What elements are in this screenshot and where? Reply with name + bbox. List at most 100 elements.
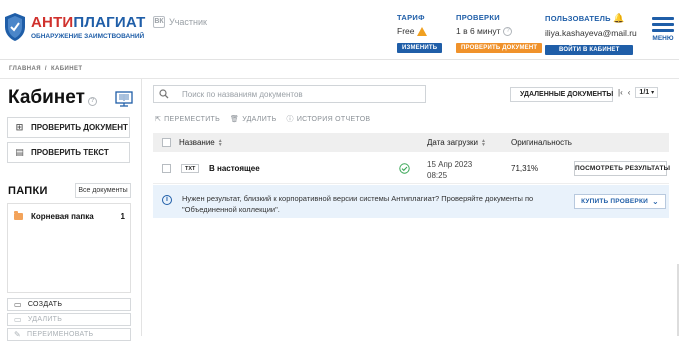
vk-icon: ВК (153, 16, 165, 28)
user-title: ПОЛЬЗОВАТЕЛЬ (545, 14, 611, 23)
sidebar: Кабинет ? ⊞ ПРОВЕРИТЬ ДОКУМЕНТ ▤ ПРОВЕРИ… (0, 79, 142, 341)
add-document-icon: ⊞ (15, 122, 24, 132)
checks-title: ПРОВЕРКИ (456, 13, 500, 22)
page-value: 1/1 (639, 89, 650, 96)
check-text-label: ПРОВЕРИТЬ ТЕКСТ (31, 148, 109, 157)
prev-page-icon[interactable]: ‹ (628, 88, 631, 97)
menu-label: МЕНЮ (652, 35, 674, 42)
help-icon[interactable]: ? (503, 26, 513, 36)
text-edit-icon: ▤ (15, 147, 24, 157)
breadcrumb-separator: / (44, 66, 47, 72)
delete-label: УДАЛИТЬ (242, 115, 277, 123)
menu-button[interactable]: МЕНЮ (649, 17, 677, 42)
hamburger-icon (652, 17, 674, 20)
document-actions: ⇱ ПЕРЕМЕСТИТЬ 🗑 УДАЛИТЬ ⓘ ИСТОРИЯ ОТЧЕТО… (155, 114, 370, 124)
upload-date-time: 08:25 (427, 171, 448, 180)
tariff-block: ТАРИФ Free ИЗМЕНИТЬ (397, 13, 443, 54)
delete-folder-label: УДАЛИТЬ (27, 316, 63, 323)
pencil-icon: ✎ (14, 330, 22, 339)
bell-icon[interactable]: 🔔 (613, 13, 625, 23)
folder-add-icon: ▭ (14, 300, 22, 309)
chevron-down-circle-icon: ⌄ (652, 197, 659, 206)
shield-logo-icon (5, 13, 25, 41)
page-title: Кабинет (8, 87, 85, 108)
user-title-row: ПОЛЬЗОВАТЕЛЬ 🔔 (545, 13, 637, 24)
rename-folder-label: ПЕРЕИМЕНОВАТЬ (27, 331, 94, 338)
select-all-checkbox[interactable] (162, 138, 171, 147)
search-icon (159, 89, 169, 99)
delete-action[interactable]: 🗑 УДАЛИТЬ (230, 114, 276, 124)
buy-checks-button[interactable]: КУПИТЬ ПРОВЕРКИ ⌄ (574, 194, 666, 209)
document-name[interactable]: В настоящее (209, 164, 260, 173)
upload-date: 15 Апр 2023 08:25 (427, 159, 472, 181)
sort-icon: ▲ ▼ (217, 137, 223, 148)
create-folder-label: СОЗДАТЬ (27, 301, 63, 308)
deleted-documents-button[interactable]: УДАЛЕННЫЕ ДОКУМЕНТЫ (510, 87, 613, 102)
page-select[interactable]: 1/1 ▾ (635, 87, 659, 98)
brand-tagline: ОБНАРУЖЕНИЕ ЗАИМСТВОВАНИЙ (31, 33, 145, 40)
warning-icon (417, 26, 428, 36)
table-header: Название ▲ ▼ Дата загрузки ▲ ▼ Оригинально… (153, 133, 669, 152)
originality-value: 71,31% (511, 164, 539, 173)
column-name[interactable]: Название ▲ ▼ (179, 138, 223, 147)
hamburger-bar (652, 29, 674, 32)
chevron-down-icon: ▾ (651, 90, 655, 96)
tariff-title: ТАРИФ (397, 13, 425, 22)
info-circle-icon: ⓘ (286, 116, 294, 123)
history-action[interactable]: ⓘ ИСТОРИЯ ОТЧЕТОВ (287, 114, 371, 124)
help-icon[interactable]: ? (87, 96, 97, 106)
folder-name: Корневая папка (31, 212, 94, 221)
folder-item-root[interactable]: Корневая папка 1 (8, 204, 130, 221)
info-banner: i Нужен результат, близкий к корпоративн… (153, 185, 669, 218)
cabinet-title-row: Кабинет ? (8, 87, 97, 109)
rename-folder-button[interactable]: ✎ ПЕРЕИМЕНОВАТЬ (7, 328, 131, 341)
delete-folder-button[interactable]: ▭ УДАЛИТЬ (7, 313, 131, 326)
checks-value-row: 1 в 6 минут ? (456, 26, 542, 36)
history-label: ИСТОРИЯ ОТЧЕТОВ (296, 115, 371, 123)
login-cabinet-button[interactable]: ВОЙТИ В КАБИНЕТ (545, 45, 634, 55)
column-originality-label: Оригинальность (511, 138, 572, 147)
participant-label: Участник (169, 17, 207, 27)
column-date-label: Дата загрузки (427, 138, 478, 147)
brand-name: АНТИПЛАГИАТ (31, 14, 146, 31)
tariff-value: Free (397, 26, 415, 36)
top-bar: АНТИПЛАГИАТ ОБНАРУЖЕНИЕ ЗАИМСТВОВАНИЙ ВК… (0, 0, 679, 60)
deleted-documents-label: УДАЛЕННЫЕ ДОКУМЕНТЫ (520, 91, 614, 98)
first-page-icon[interactable]: |‹ (618, 88, 623, 97)
folder-list: Корневая папка 1 (7, 203, 131, 293)
view-results-button[interactable]: ПОСМОТРЕТЬ РЕЗУЛЬТАТЫ (574, 161, 670, 176)
row-checkbox[interactable] (162, 164, 171, 173)
move-icon: ⇱ (155, 116, 162, 123)
column-name-label: Название (179, 138, 215, 147)
move-action[interactable]: ⇱ ПЕРЕМЕСТИТЬ (155, 114, 220, 124)
move-label: ПЕРЕМЕСТИТЬ (164, 115, 221, 123)
breadcrumb: ГЛАВНАЯ / КАБИНЕТ (9, 66, 82, 72)
book-view-icon[interactable] (115, 91, 133, 107)
hamburger-bar (652, 23, 674, 26)
trash-icon: 🗑 (230, 116, 240, 123)
breadcrumb-home[interactable]: ГЛАВНАЯ (9, 66, 41, 72)
info-text: Нужен результат, близкий к корпоративной… (182, 194, 534, 214)
main-panel: Поиск по названиям документов УДАЛЕННЫЕ … (142, 79, 679, 336)
folder-count: 1 (120, 212, 125, 221)
check-circle-icon (399, 163, 410, 174)
checks-block: ПРОВЕРКИ 1 в 6 минут ? ПРОВЕРИТЬ ДОКУМЕН… (456, 13, 543, 54)
check-text-button[interactable]: ▤ ПРОВЕРИТЬ ТЕКСТ (7, 142, 130, 163)
pagination: |‹ ‹ 1/1 ▾ (618, 87, 659, 98)
check-document-button[interactable]: ⊞ ПРОВЕРИТЬ ДОКУМЕНТ (7, 117, 130, 138)
change-tariff-button[interactable]: ИЗМЕНИТЬ (397, 43, 443, 53)
folders-title: ПАПКИ (8, 185, 48, 197)
antiplagiat-logo[interactable]: АНТИПЛАГИАТ ОБНАРУЖЕНИЕ ЗАИМСТВОВАНИЙ (4, 12, 145, 48)
file-type-badge: TXT (181, 164, 200, 173)
table-row[interactable]: TXT В настоящее 15 Апр 2023 08:25 71,31%… (153, 153, 670, 184)
search-input[interactable]: Поиск по названиям документов (153, 85, 426, 103)
check-document-label: ПРОВЕРИТЬ ДОКУМЕНТ (31, 123, 128, 132)
all-documents-button[interactable]: Все документы (75, 183, 131, 198)
check-document-top-button[interactable]: ПРОВЕРИТЬ ДОКУМЕНТ (456, 43, 543, 53)
column-originality: Оригинальность (511, 138, 572, 147)
create-folder-button[interactable]: ▭ СОЗДАТЬ (7, 298, 131, 311)
vk-participant[interactable]: ВК Участник (153, 16, 207, 28)
column-date[interactable]: Дата загрузки ▲ ▼ (427, 138, 486, 147)
info-icon: i (162, 195, 172, 205)
user-block: ПОЛЬЗОВАТЕЛЬ 🔔 iliya.kashayeva@mail.ru В… (545, 13, 637, 56)
